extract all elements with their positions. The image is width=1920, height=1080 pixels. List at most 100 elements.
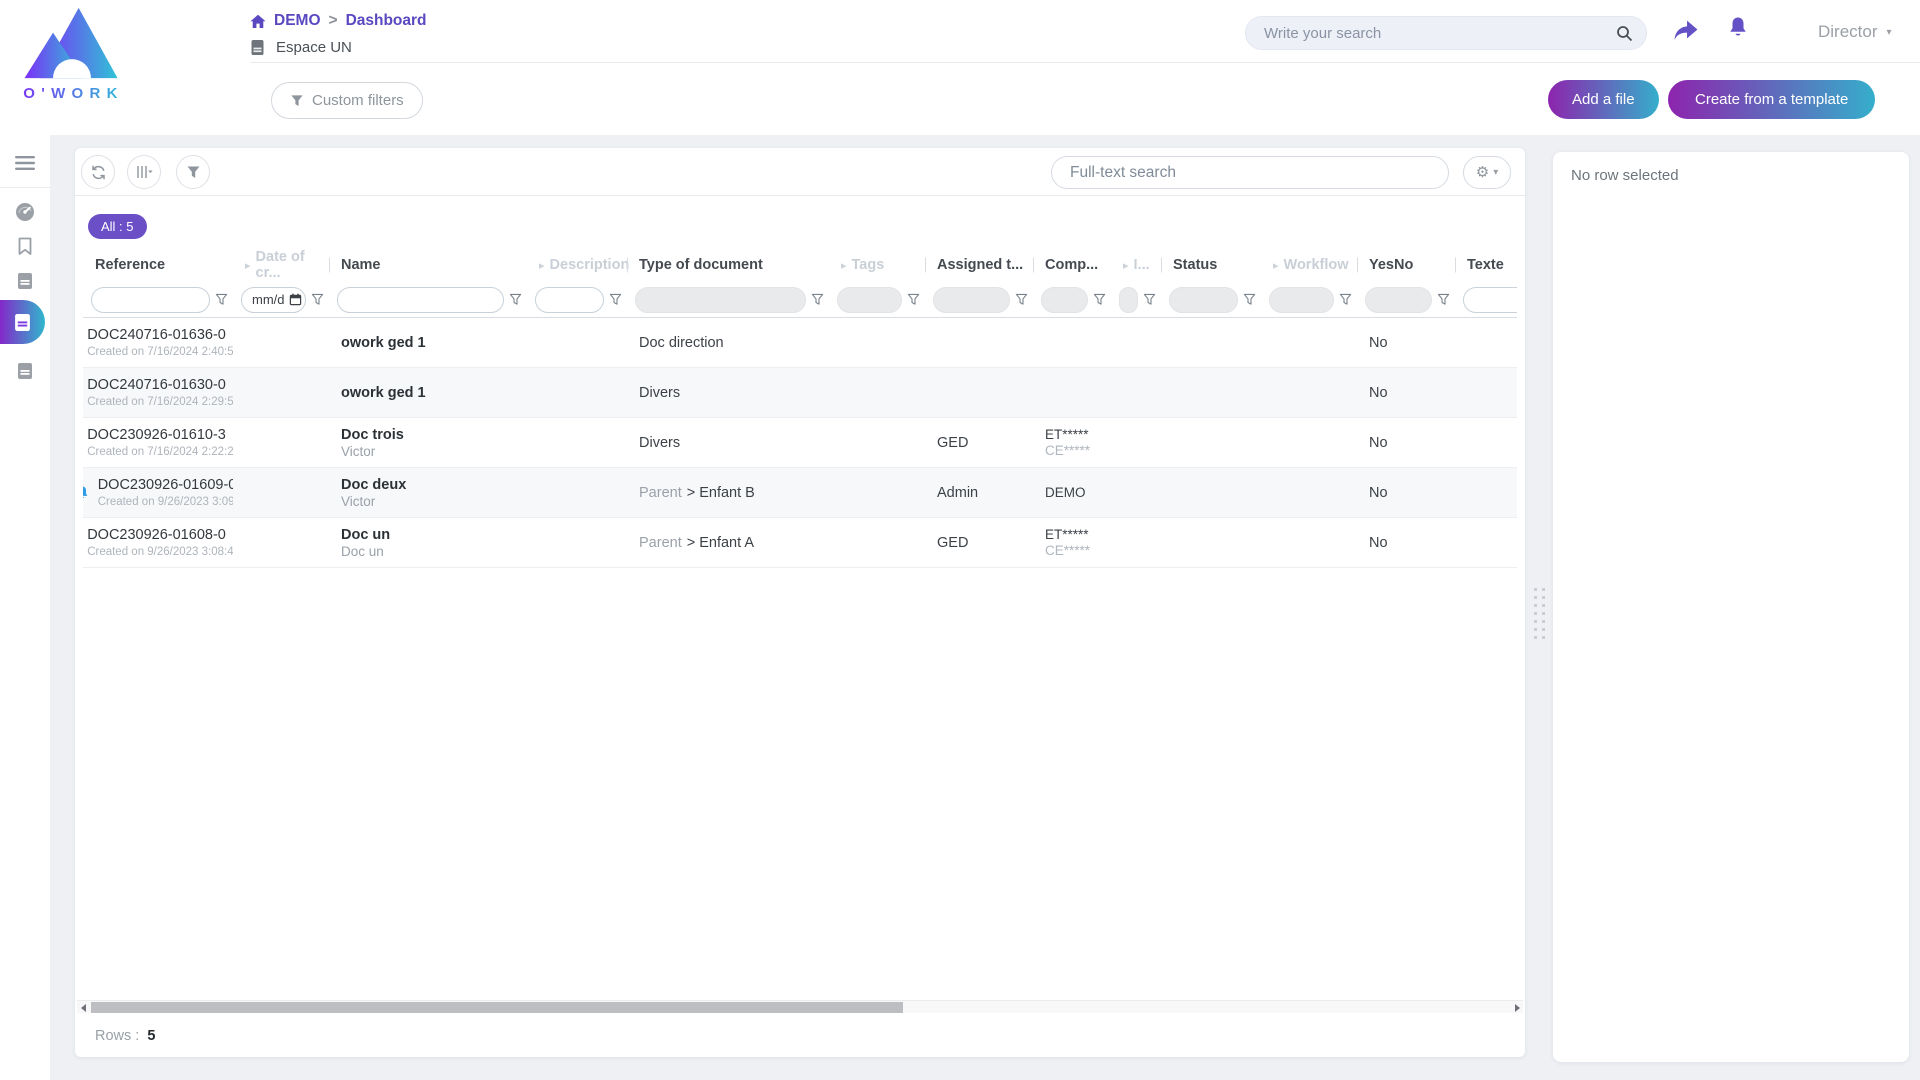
filter-funnel-icon[interactable] <box>1437 293 1450 306</box>
notifications-bell-icon[interactable] <box>1727 15 1749 40</box>
filter-funnel-icon[interactable] <box>609 293 622 306</box>
scrollbar-thumb[interactable] <box>91 1002 903 1013</box>
cell-texte <box>1455 468 1517 517</box>
filter-funnel-icon[interactable] <box>1093 293 1106 306</box>
column-header-workflow[interactable]: ▸Workflow <box>1261 257 1357 273</box>
reference-text: DOC230926-01609-0 <box>98 477 233 493</box>
sidebar-item-library[interactable] <box>0 266 50 296</box>
table-row[interactable]: DOC230926-01608-0Created on 9/26/2023 3:… <box>83 518 1517 568</box>
filter-funnel-icon[interactable] <box>1243 293 1256 306</box>
global-search-input[interactable] <box>1264 25 1616 42</box>
filter-cell-status <box>1161 287 1261 313</box>
sidebar-item-archives[interactable] <box>0 356 50 386</box>
custom-filters-label: Custom filters <box>312 92 404 109</box>
sidebar-item-bookmarks[interactable] <box>0 231 50 261</box>
filter-input-texte[interactable] <box>1463 287 1517 313</box>
company-main: ET***** <box>1045 527 1103 542</box>
column-header-yesno[interactable]: YesNo <box>1357 257 1455 273</box>
sidebar-item-dashboard[interactable] <box>0 197 50 227</box>
calendar-icon[interactable] <box>289 293 302 306</box>
book-icon <box>16 272 34 290</box>
column-expand-arrow[interactable]: ▸ <box>1273 259 1279 272</box>
filter-input-description[interactable] <box>535 287 604 313</box>
scroll-left-arrow[interactable] <box>77 1001 89 1014</box>
panel-resize-grip[interactable] <box>1534 588 1545 644</box>
sidebar-divider <box>0 187 50 188</box>
filter-button[interactable] <box>176 155 210 189</box>
filter-funnel-icon[interactable] <box>1339 293 1352 306</box>
horizontal-scrollbar[interactable] <box>77 1000 1523 1013</box>
column-header-i[interactable]: ▸I... <box>1111 257 1161 273</box>
column-expand-arrow[interactable]: ▸ <box>841 259 847 272</box>
breadcrumb-current[interactable]: Dashboard <box>346 12 427 30</box>
home-icon[interactable] <box>250 14 266 29</box>
filter-input-name[interactable] <box>337 287 504 313</box>
notification-bell-icon <box>83 485 90 501</box>
sidebar-item-documents-active[interactable] <box>0 300 45 344</box>
columns-menu-button[interactable] <box>127 155 161 189</box>
search-icon[interactable] <box>1616 25 1633 42</box>
filter-cell-comp <box>1033 287 1111 313</box>
cell-comp: ET*****CE***** <box>1033 418 1111 467</box>
column-label: Texte <box>1467 257 1504 273</box>
column-header-tags[interactable]: ▸Tags <box>829 257 925 273</box>
filter-cell-date-of-cr: mm/d <box>233 287 329 313</box>
table-row[interactable]: EWDOC230926-01609-0Created on 9/26/2023 … <box>83 468 1517 518</box>
scroll-right-arrow[interactable] <box>1511 1001 1523 1014</box>
filter-funnel-icon[interactable] <box>1143 293 1156 306</box>
refresh-button[interactable] <box>81 155 115 189</box>
cell-assigned-t <box>925 368 1033 417</box>
company-sub: CE***** <box>1045 543 1103 558</box>
table-row[interactable]: DOC240716-01630-0Created on 7/16/2024 2:… <box>83 368 1517 418</box>
column-header-description[interactable]: ▸Description <box>527 257 627 273</box>
cell-yesno: No <box>1357 318 1455 367</box>
column-header-reference[interactable]: Reference <box>83 257 233 273</box>
bookmark-icon <box>17 237 33 256</box>
filter-funnel-icon[interactable] <box>311 293 324 306</box>
column-header-name[interactable]: Name <box>329 257 527 273</box>
all-rows-badge[interactable]: All : 5 <box>88 214 147 239</box>
column-expand-arrow[interactable]: ▸ <box>245 259 251 272</box>
column-expand-arrow[interactable]: ▸ <box>1123 259 1129 272</box>
cell-tags <box>829 518 925 567</box>
filter-date-input-date-of-cr[interactable]: mm/d <box>241 287 306 313</box>
column-label: Status <box>1173 257 1217 273</box>
filter-cell-texte <box>1455 287 1517 313</box>
breadcrumb: DEMO > Dashboard <box>250 12 427 30</box>
yesno-value: No <box>1369 485 1447 501</box>
table-toolbar: ⚙ ▾ <box>75 148 1525 196</box>
column-header-date-of-cr[interactable]: ▸Date of cr... <box>233 249 329 281</box>
user-role-label: Director <box>1818 22 1878 42</box>
share-forward-icon[interactable] <box>1672 18 1700 43</box>
create-from-template-button[interactable]: Create from a template <box>1668 80 1875 119</box>
filter-funnel-icon[interactable] <box>907 293 920 306</box>
add-file-button[interactable]: Add a file <box>1548 80 1659 119</box>
fulltext-search-input[interactable] <box>1070 164 1430 182</box>
filter-funnel-icon[interactable] <box>509 293 522 306</box>
breadcrumb-root[interactable]: DEMO <box>274 12 321 30</box>
filter-funnel-icon[interactable] <box>215 293 228 306</box>
column-header-assigned-t[interactable]: Assigned t... <box>925 257 1033 273</box>
filter-input-reference[interactable] <box>91 287 210 313</box>
column-header-texte[interactable]: Texte <box>1455 257 1517 273</box>
app-logo[interactable]: O'WORK <box>16 6 128 102</box>
filter-funnel-icon[interactable] <box>811 293 824 306</box>
table-row[interactable]: DOC230926-01610-3Created on 7/16/2024 2:… <box>83 418 1517 468</box>
column-header-type-of-document[interactable]: Type of document <box>627 257 829 273</box>
user-role-menu[interactable]: Director ▾ <box>1818 22 1892 42</box>
table-settings-button[interactable]: ⚙ ▾ <box>1463 156 1511 189</box>
column-header-comp[interactable]: Comp... <box>1033 257 1111 273</box>
filter-input-type-of-document-disabled <box>635 287 806 313</box>
cell-workflow <box>1261 318 1357 367</box>
column-expand-arrow[interactable]: ▸ <box>539 259 545 272</box>
cell-description <box>527 468 627 517</box>
sidebar-menu-toggle[interactable] <box>0 148 50 178</box>
custom-filters-button[interactable]: Custom filters <box>271 82 423 119</box>
column-label: Assigned t... <box>937 257 1023 273</box>
reference-text: DOC240716-01630-0 <box>87 377 233 393</box>
filter-funnel-icon[interactable] <box>1015 293 1028 306</box>
column-header-status[interactable]: Status <box>1161 257 1261 273</box>
table-row[interactable]: DOC240716-01636-0Created on 7/16/2024 2:… <box>83 318 1517 368</box>
column-divider <box>1357 258 1358 273</box>
document-name: Doc un <box>341 527 519 543</box>
